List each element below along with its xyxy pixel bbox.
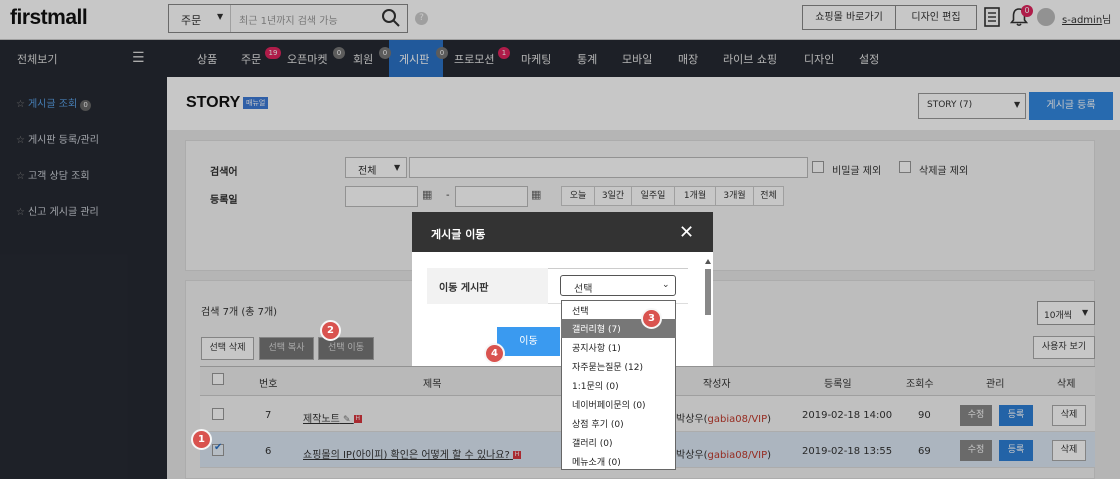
target-board-label: 이동 게시판	[427, 268, 548, 304]
close-icon[interactable]: ✕	[679, 222, 694, 243]
dropdown-option[interactable]: 자주묻는질문 (12)	[561, 357, 676, 376]
dropdown-option[interactable]: 1:1문의 (0)	[561, 376, 676, 395]
target-board-select[interactable]: 선택 ⌄	[560, 275, 676, 296]
step-marker-4: 4	[484, 343, 505, 364]
modal-title: 게시글 이동	[431, 228, 486, 241]
target-board-value: 선택	[574, 284, 593, 295]
step-marker-1: 1	[191, 429, 212, 450]
chevron-down-icon: ⌄	[662, 280, 670, 290]
step-marker-3: 3	[641, 308, 662, 329]
dropdown-option[interactable]: 공지사항 (1)	[561, 338, 676, 357]
modal-scrollbar[interactable]	[703, 258, 713, 316]
dropdown-option[interactable]: 네이버페이문의 (0)	[561, 395, 676, 414]
step-marker-2: 2	[320, 320, 341, 341]
dropdown-option[interactable]: 상점 후기 (0)	[561, 414, 676, 433]
move-button[interactable]: 이동	[497, 327, 560, 356]
dropdown-option[interactable]: 갤러리 (0)	[561, 433, 676, 452]
dropdown-option[interactable]: 메뉴소개 (0)	[561, 452, 676, 471]
